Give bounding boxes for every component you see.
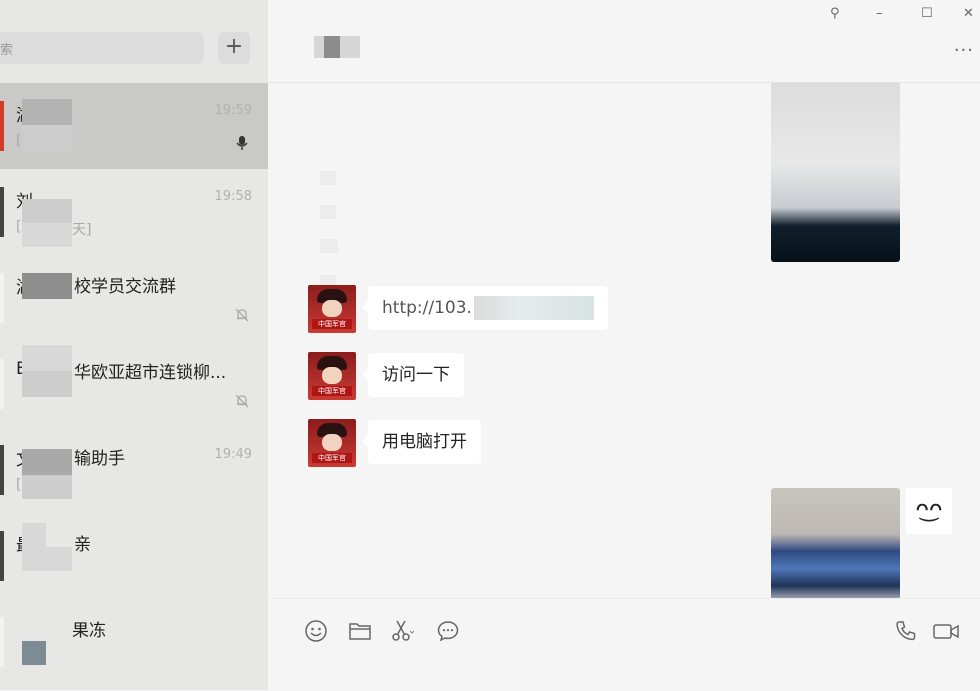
emoji-icon[interactable] (304, 619, 328, 643)
message-bubble[interactable]: 访问一下 (362, 353, 464, 397)
avatar (0, 445, 4, 495)
chat-time: 19:58 (214, 189, 252, 204)
chat-name-suffix: 校学员交流群 (74, 277, 176, 297)
avatar (0, 101, 4, 151)
avatar-tag: 中国军官 (312, 386, 352, 396)
message-list: 中国军官 http://103. 中国军官 访问一下 中国军官 用电脑打开 ᴖ͜… (268, 83, 980, 598)
chat-name-suffix: 果冻 (72, 621, 106, 641)
image-message[interactable] (771, 83, 900, 262)
chat-list-item[interactable]: 湖 [ 19:59 (0, 83, 268, 169)
search-input[interactable]: 索 (0, 32, 204, 64)
chat-list-item[interactable]: 最 亲 (0, 513, 268, 599)
input-toolbar (268, 598, 980, 691)
sticker-avatar[interactable]: ᴖ͜ᴖ (906, 488, 952, 534)
pin-icon[interactable]: ⚲ (830, 6, 840, 21)
microphone-icon (236, 136, 248, 150)
blurred-name (22, 199, 72, 223)
chat-header: 大 ⚲ – ☐ ✕ ··· (268, 0, 980, 83)
video-call-icon[interactable] (932, 619, 960, 643)
add-button[interactable]: + (218, 32, 250, 64)
maximize-button[interactable]: ☐ (921, 6, 933, 21)
blurred-preview (22, 475, 72, 499)
blurred-link (473, 296, 594, 320)
chat-sidebar: 索 + 湖 [ 19:59 刘 [ 天] 19:58 (0, 0, 268, 690)
avatar[interactable]: 中国军官 (308, 285, 356, 333)
chat-list-item[interactable]: 刘 [ 天] 19:58 (0, 169, 268, 255)
avatar-face (322, 300, 342, 317)
chat-list-item[interactable]: 文 输助手 [ 19:49 (0, 427, 268, 513)
phone-icon[interactable] (894, 619, 918, 643)
blurred-name (22, 99, 72, 125)
mute-bell-icon (235, 308, 249, 322)
minimize-button[interactable]: – (876, 6, 883, 21)
chat-preview-suffix: 天] (72, 222, 92, 238)
blurred-preview (22, 125, 72, 151)
avatar (0, 359, 4, 409)
search-placeholder: 索 (0, 43, 14, 58)
close-button[interactable]: ✕ (963, 6, 974, 21)
chat-list: 湖 [ 19:59 刘 [ 天] 19:58 湖 校学员交流群 (0, 83, 268, 685)
avatar (0, 531, 4, 581)
blurred-name (22, 273, 72, 299)
message-bubble[interactable]: 用电脑打开 (362, 420, 481, 464)
search-row: 索 + (0, 30, 268, 66)
chat-list-item[interactable]: 湖 校学员交流群 (0, 255, 268, 341)
chat-name-suffix: 输助手 (74, 449, 125, 469)
avatar-face (322, 434, 342, 451)
chat-preview: [ (16, 477, 22, 493)
blurred-name (22, 345, 72, 371)
chat-preview: [ (16, 219, 22, 235)
chat-name-suffix: 华欧亚超市连锁柳... (74, 363, 227, 383)
blurred-name (22, 547, 72, 571)
blurred-name (22, 449, 72, 475)
folder-icon[interactable] (348, 619, 372, 643)
faded-content (320, 171, 338, 301)
more-button[interactable]: ··· (954, 40, 974, 61)
chat-list-item[interactable]: E 华欧亚超市连锁柳... (0, 341, 268, 427)
message-link[interactable]: http://103. (382, 298, 472, 318)
blurred-name (22, 371, 72, 397)
message-bubble[interactable]: http://103. (362, 286, 608, 330)
avatar (0, 187, 4, 237)
avatar-tag: 中国军官 (312, 453, 352, 463)
avatar-face (322, 367, 342, 384)
avatar-tag: 中国军官 (312, 319, 352, 329)
chat-time: 19:49 (214, 447, 252, 462)
image-message[interactable] (771, 488, 900, 598)
chat-preview: [ (16, 133, 22, 149)
blurred-name (22, 523, 46, 547)
blurred-avatar (22, 641, 46, 665)
mute-bell-icon (235, 394, 249, 408)
chat-name-suffix: 亲 (74, 535, 91, 555)
avatar (0, 617, 4, 667)
scissors-icon[interactable] (390, 619, 414, 643)
chat-pane: 大 ⚲ – ☐ ✕ ··· 中国军官 http://103. (268, 0, 980, 691)
blurred-preview (22, 223, 72, 247)
chat-list-item[interactable]: 果冻 (0, 599, 268, 685)
chat-time: 19:59 (214, 103, 252, 118)
avatar[interactable]: 中国军官 (308, 352, 356, 400)
avatar (0, 273, 4, 323)
avatar[interactable]: 中国军官 (308, 419, 356, 467)
chat-history-icon[interactable] (436, 619, 460, 643)
